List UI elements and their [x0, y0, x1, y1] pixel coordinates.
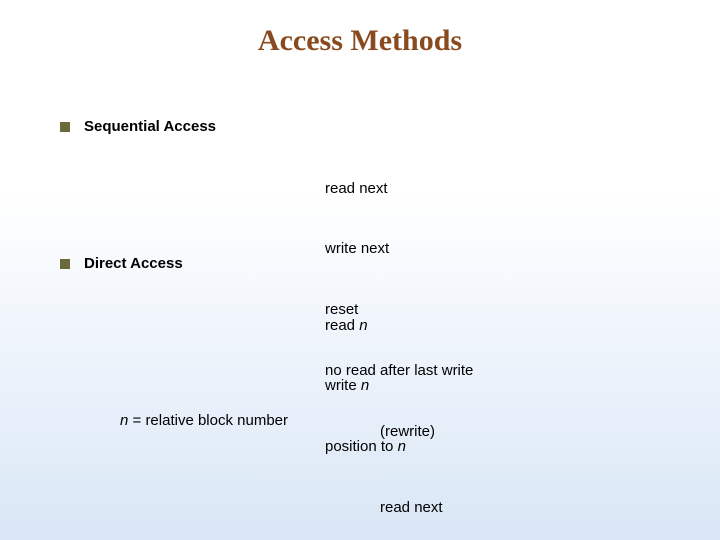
- slide: Access Methods Sequential Access read ne…: [0, 0, 720, 540]
- op-read-n: read n: [325, 316, 444, 336]
- slide-title: Access Methods: [0, 24, 720, 58]
- op-position-to-n: position to n: [325, 437, 444, 457]
- op-write-n: write n: [325, 376, 444, 396]
- bullet-square-icon: [60, 259, 70, 269]
- op-read-next: read next: [325, 179, 473, 199]
- op-direct-read-next: read next: [325, 498, 444, 518]
- bullet-direct-label: Direct Access: [84, 255, 183, 272]
- footnote: n = relative block number: [120, 412, 288, 429]
- bullet-sequential-label: Sequential Access: [84, 118, 216, 135]
- bullet-direct: Direct Access: [60, 255, 183, 272]
- op-write-next: write next: [325, 239, 473, 259]
- direct-ops: read n write n position to n read next w…: [325, 275, 444, 540]
- bullet-square-icon: [60, 122, 70, 132]
- bullet-sequential: Sequential Access: [60, 118, 216, 135]
